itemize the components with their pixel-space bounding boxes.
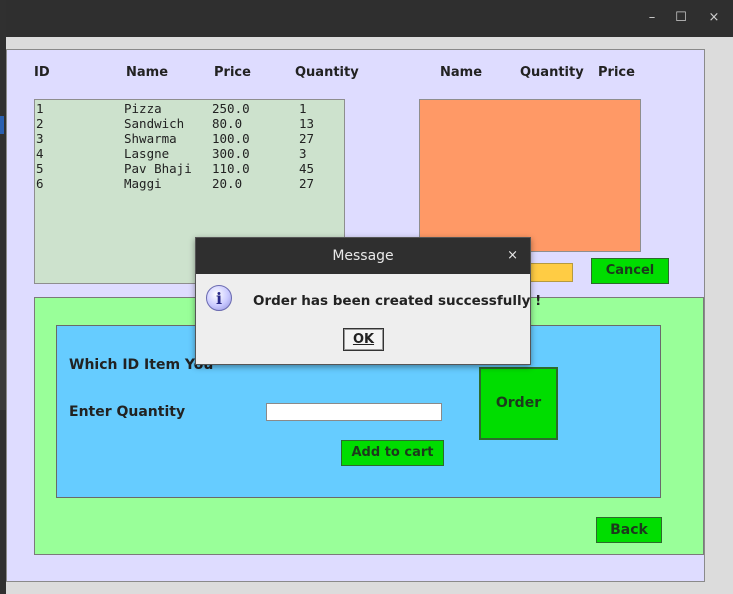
dialog-title-bar: Message × <box>196 238 530 274</box>
cancel-button[interactable]: Cancel <box>591 258 669 284</box>
item-name: Sandwich <box>124 116 185 131</box>
menu-header-name: Name <box>126 65 169 80</box>
item-quantity: 45 <box>299 161 315 176</box>
dialog-message: Order has been created successfully ! <box>253 293 542 309</box>
info-icon-glyph: i <box>215 289 223 308</box>
ok-button-label: OK <box>352 332 375 347</box>
item-name: Pav Bhaji <box>124 161 192 176</box>
order-button[interactable]: Order <box>479 367 558 440</box>
which-id-label: Which ID Item You <box>69 357 214 373</box>
item-id: 2 <box>36 116 44 131</box>
item-id: 3 <box>36 131 44 146</box>
back-button[interactable]: Back <box>596 517 662 543</box>
maximize-icon[interactable]: ☐ <box>673 10 689 26</box>
item-quantity: 27 <box>299 176 315 191</box>
item-id: 5 <box>36 161 44 176</box>
message-dialog: Message × i Order has been created succe… <box>195 237 541 365</box>
item-id: 1 <box>36 101 44 116</box>
quantity-input[interactable] <box>266 403 442 421</box>
cart-header-price: Price <box>598 65 635 80</box>
cart-header-quantity: Quantity <box>520 65 584 80</box>
total-field[interactable] <box>526 263 573 282</box>
close-icon[interactable]: × <box>507 248 518 264</box>
info-icon: i <box>206 285 232 311</box>
menu-header-price: Price <box>214 65 251 80</box>
cart-list[interactable] <box>419 99 641 252</box>
enter-quantity-label: Enter Quantity <box>69 404 186 420</box>
item-price: 80.0 <box>212 116 243 131</box>
add-to-cart-button[interactable]: Add to cart <box>341 440 444 466</box>
item-price: 110.0 <box>212 161 250 176</box>
ok-button[interactable]: OK <box>343 328 384 351</box>
item-name: Shwarma <box>124 131 177 146</box>
background-selection-strip <box>0 116 4 134</box>
item-quantity: 13 <box>299 116 315 131</box>
item-name: Pizza <box>124 101 162 116</box>
item-id: 6 <box>36 176 44 191</box>
item-price: 300.0 <box>212 146 250 161</box>
item-quantity: 3 <box>299 146 307 161</box>
menu-header-quantity: Quantity <box>295 65 359 80</box>
close-icon[interactable]: × <box>706 10 722 26</box>
item-name: Maggi <box>124 176 162 191</box>
dialog-title: Message <box>332 248 394 264</box>
menu-header-id: ID <box>34 65 50 80</box>
item-name: Lasgne <box>124 146 170 161</box>
item-quantity: 27 <box>299 131 315 146</box>
minimize-icon[interactable]: – <box>644 10 660 26</box>
item-price: 100.0 <box>212 131 250 146</box>
item-id: 4 <box>36 146 44 161</box>
window-title-bar: – ☐ × <box>6 0 733 37</box>
cart-header-name: Name <box>440 65 483 80</box>
item-price: 250.0 <box>212 101 250 116</box>
item-quantity: 1 <box>299 101 307 116</box>
item-price: 20.0 <box>212 176 243 191</box>
